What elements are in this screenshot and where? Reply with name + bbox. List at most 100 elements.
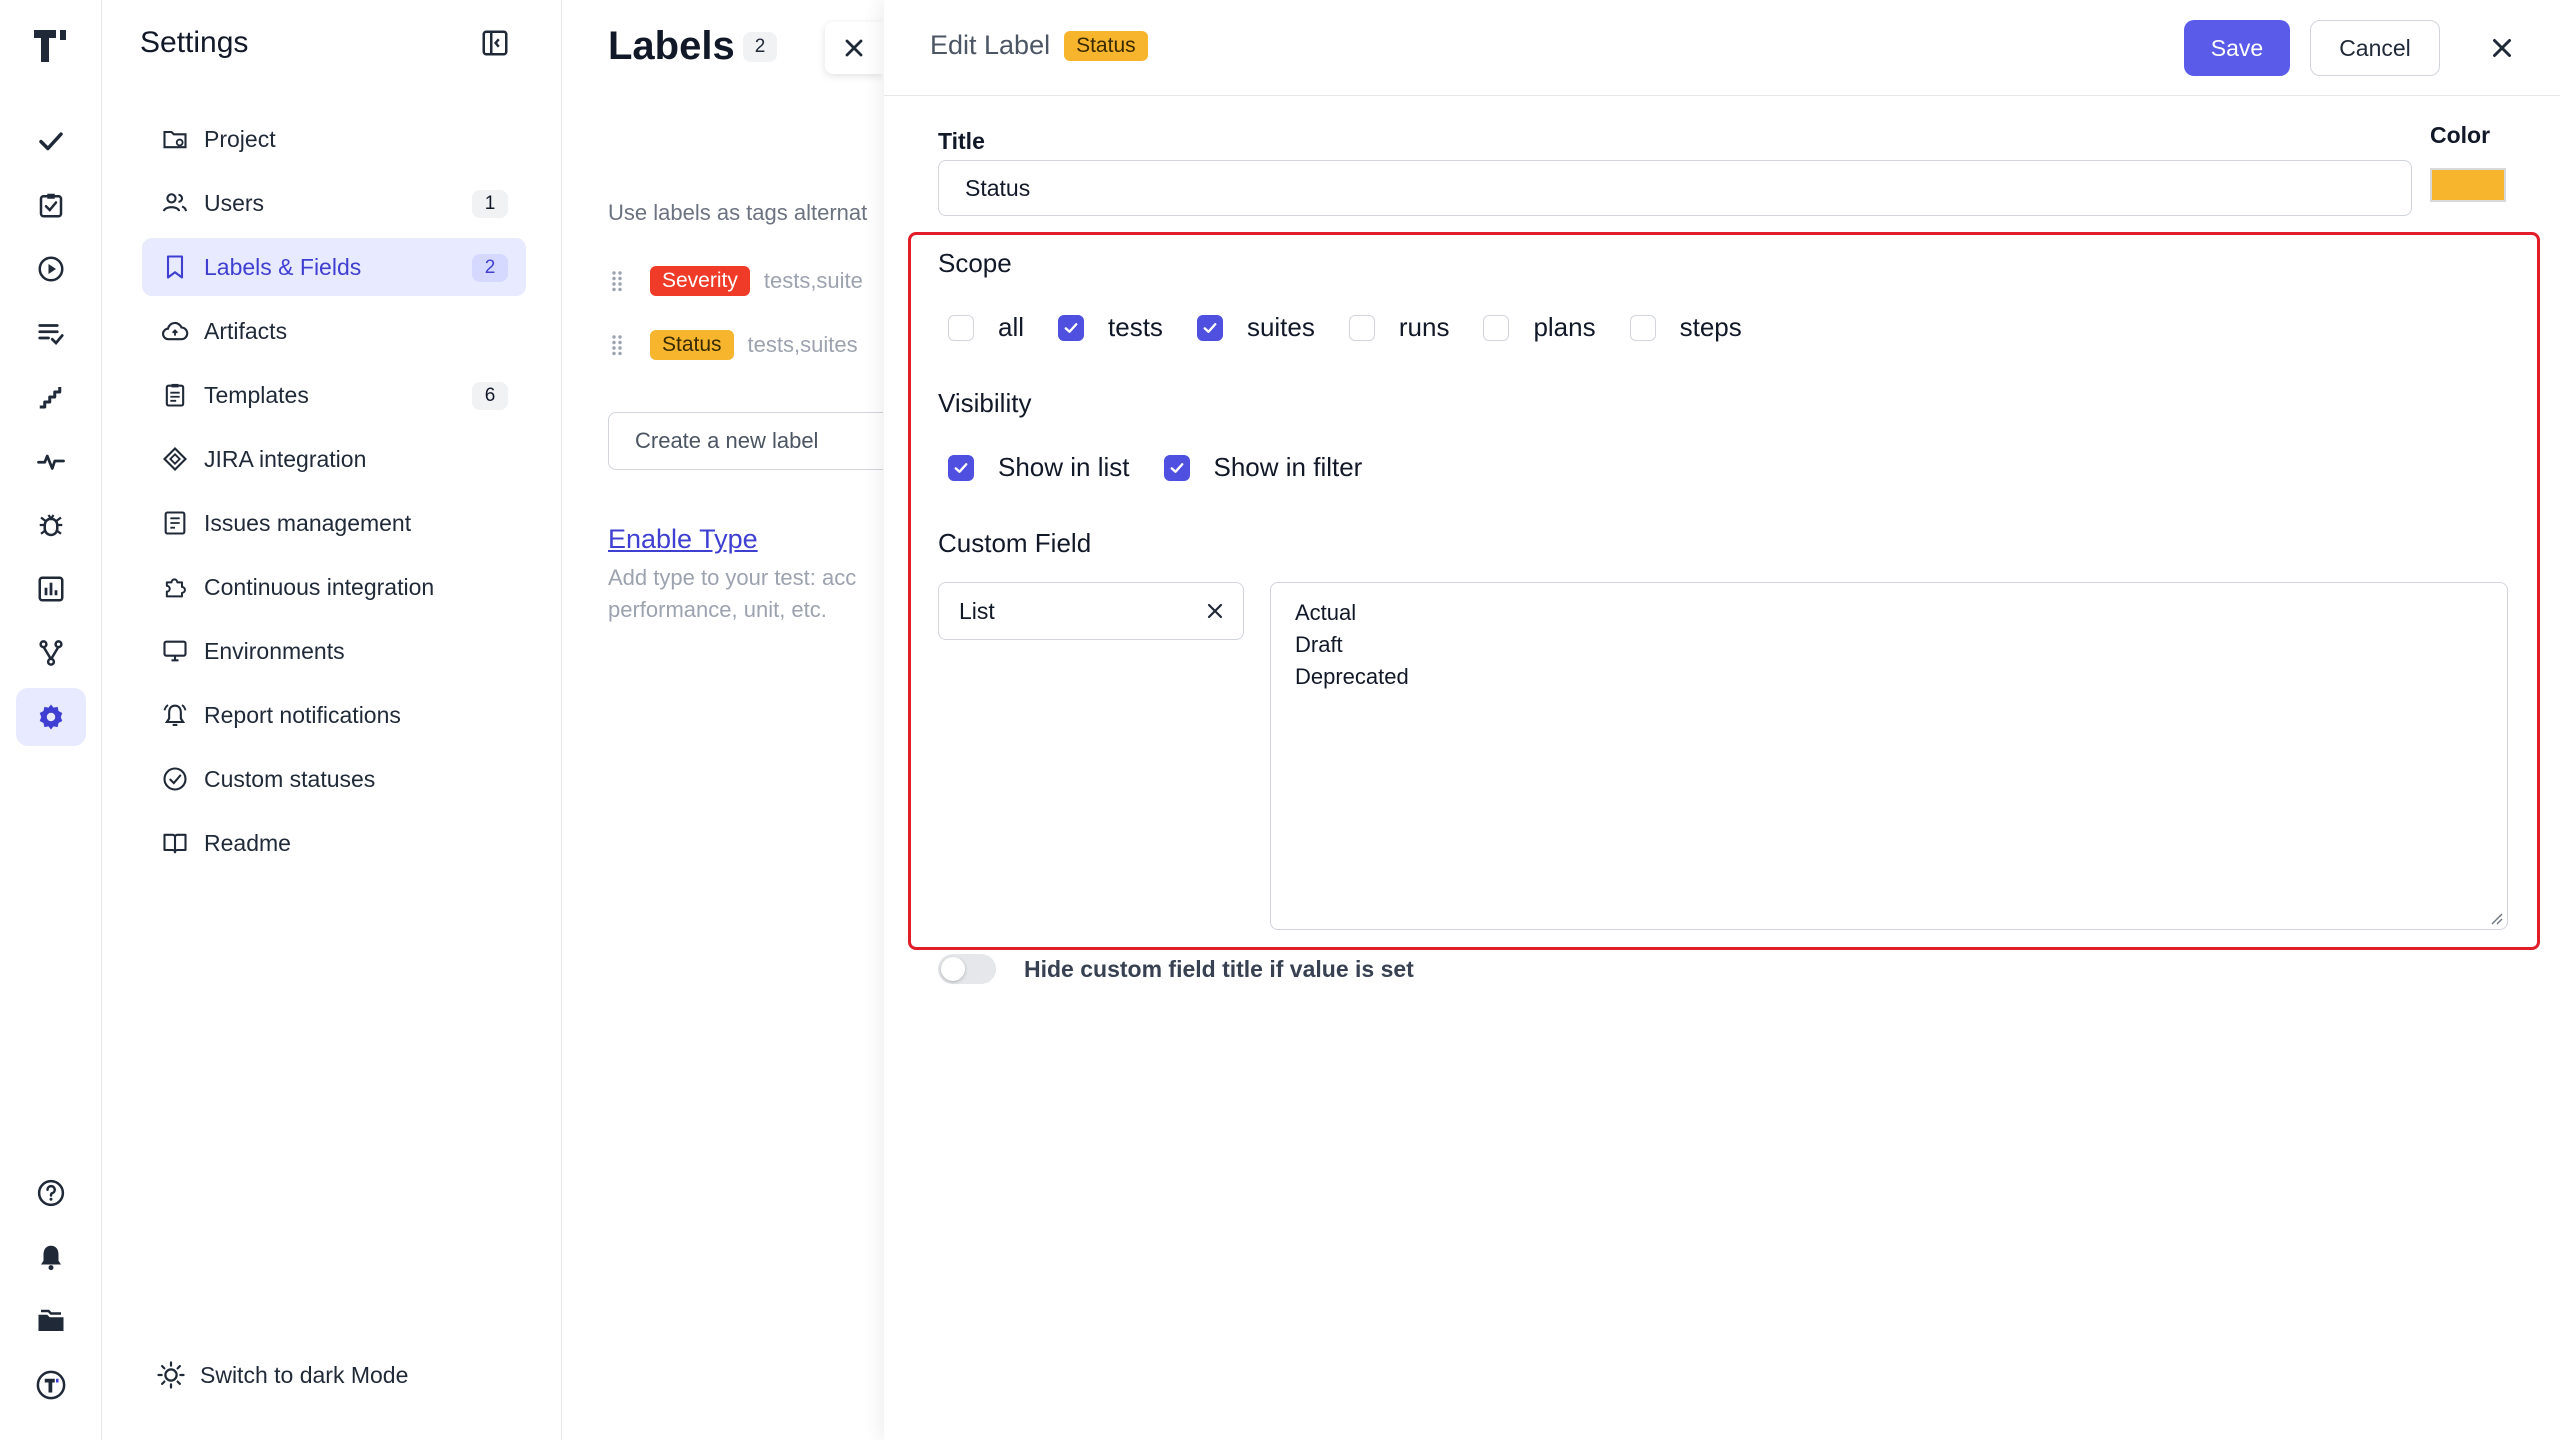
sidebar-item-users[interactable]: Users 1 — [142, 174, 526, 232]
clear-icon[interactable] — [1203, 599, 1227, 623]
check-icon — [954, 462, 968, 473]
book-icon — [160, 828, 190, 858]
hide-title-toggle[interactable] — [938, 954, 996, 984]
checkbox-label: Show in filter — [1213, 452, 1363, 482]
rail-settings[interactable] — [16, 688, 86, 746]
sidebar-item-artifacts[interactable]: Artifacts — [142, 302, 526, 360]
app-logo-icon[interactable] — [30, 24, 72, 66]
enable-type-description: Add type to your test: acc performance, … — [608, 565, 857, 622]
sidebar-item-label: Environments — [204, 637, 345, 664]
label-tag[interactable]: Status — [650, 330, 734, 360]
title-field-label: Title — [938, 128, 985, 154]
sidebar-item-label: Report notifications — [204, 701, 401, 728]
drag-handle-icon[interactable] — [608, 333, 628, 357]
clipboard-check-icon — [39, 193, 63, 218]
sidebar-item-report-notifications[interactable]: Report notifications — [142, 686, 526, 744]
collapse-sidebar-icon[interactable] — [480, 28, 510, 58]
close-drawer-button[interactable] — [2480, 26, 2524, 70]
cancel-button[interactable]: Cancel — [2310, 20, 2440, 76]
rail-branches[interactable] — [16, 624, 86, 682]
rail-tests[interactable] — [16, 112, 86, 170]
rail-account[interactable] — [16, 1356, 86, 1414]
sidebar-item-label: Artifacts — [204, 317, 288, 344]
sidebar-item-label: Continuous integration — [204, 573, 435, 600]
rail-runs-board[interactable] — [16, 176, 86, 234]
scope-steps-checkbox[interactable] — [1629, 314, 1656, 341]
title-input[interactable]: Status — [938, 160, 2412, 216]
jira-icon — [160, 444, 190, 474]
checkbox-label: steps — [1679, 312, 1742, 342]
visibility-title: Visibility — [938, 388, 1032, 418]
sidebar-item-issues[interactable]: Issues management — [142, 494, 526, 552]
show-in-filter-checkbox[interactable] — [1163, 454, 1190, 481]
check-icon — [1064, 322, 1078, 333]
bell-outline-icon — [160, 700, 190, 730]
sidebar-item-project[interactable]: Project — [142, 110, 526, 168]
field-value-line: Actual — [1295, 600, 1357, 625]
edit-label-drawer: Edit Label Status Save Cancel Title Colo… — [884, 0, 2560, 1440]
checkbox-label: tests — [1108, 312, 1163, 342]
scope-title: Scope — [938, 248, 1012, 278]
sidebar-item-readme[interactable]: Readme — [142, 814, 526, 872]
sun-icon — [157, 1361, 185, 1389]
rail-notifications[interactable] — [16, 1228, 86, 1286]
sidebar-item-ci[interactable]: Continuous integration — [142, 558, 526, 616]
settings-sidebar: Settings Project Users 1 Labels & Fields… — [102, 0, 562, 1440]
hide-title-toggle-row: Hide custom field title if value is set — [938, 954, 1414, 984]
rail-plans[interactable] — [16, 304, 86, 362]
rail-analytics[interactable] — [16, 560, 86, 618]
close-icon — [2493, 39, 2511, 57]
custom-field-title: Custom Field — [938, 528, 1092, 558]
sidebar-item-templates[interactable]: Templates 6 — [142, 366, 526, 424]
sidebar-item-custom-statuses[interactable]: Custom statuses — [142, 750, 526, 808]
resize-corner-icon[interactable] — [2489, 911, 2503, 925]
dark-mode-label: Switch to dark Mode — [200, 1361, 409, 1388]
dark-mode-toggle[interactable]: Switch to dark Mode — [156, 1360, 408, 1390]
rail-pulse[interactable] — [16, 432, 86, 490]
checkbox-label: suites — [1246, 312, 1315, 342]
count-badge: 2 — [472, 254, 508, 282]
close-panel-button[interactable] — [825, 22, 883, 74]
steps-icon — [39, 387, 62, 409]
count-badge: 6 — [472, 382, 508, 410]
label-scope-text: tests,suite — [763, 268, 863, 293]
field-value-line: Draft — [1295, 632, 1343, 657]
checkbox-label: plans — [1533, 312, 1596, 342]
sidebar-item-jira[interactable]: JIRA integration — [142, 430, 526, 488]
show-in-list-checkbox[interactable] — [948, 454, 974, 481]
sidebar-item-labels-fields[interactable]: Labels & Fields 2 — [142, 238, 526, 296]
scope-all-checkbox[interactable] — [948, 314, 974, 341]
field-type-value: List — [959, 597, 995, 624]
check-icon — [1203, 322, 1217, 333]
rail-projects[interactable] — [16, 1292, 86, 1350]
scope-runs-checkbox[interactable] — [1348, 314, 1375, 341]
scope-tests-checkbox[interactable] — [1058, 314, 1085, 341]
color-picker[interactable] — [2430, 168, 2506, 202]
page-title: Labels — [608, 24, 735, 68]
folder-icon — [38, 1309, 64, 1331]
new-label-input[interactable]: Create a new label — [608, 412, 883, 470]
drag-handle-icon[interactable] — [608, 269, 628, 293]
cloud-icon — [160, 316, 190, 346]
rail-defects[interactable] — [16, 496, 86, 554]
field-type-select[interactable]: List — [938, 582, 1244, 640]
save-button[interactable]: Save — [2184, 20, 2290, 76]
puzzle-icon — [160, 572, 190, 602]
label-row-severity[interactable]: Severity tests,suite — [608, 266, 863, 296]
scope-suites-checkbox[interactable] — [1196, 314, 1223, 341]
users-icon — [160, 188, 190, 218]
labels-count-badge: 2 — [743, 32, 777, 62]
visibility-options: Show in list Show in filter — [948, 452, 1396, 483]
checkbox-label: runs — [1398, 312, 1450, 342]
scope-plans-checkbox[interactable] — [1483, 314, 1510, 341]
sidebar-item-environments[interactable]: Environments — [142, 622, 526, 680]
rail-runs[interactable] — [16, 240, 86, 298]
rail-help[interactable] — [16, 1164, 86, 1222]
sidebar-item-label: Templates — [204, 381, 309, 408]
label-tag[interactable]: Severity — [650, 266, 750, 296]
label-row-status[interactable]: Status tests,suites — [608, 330, 858, 360]
drawer-title-text: Edit Label — [930, 30, 1051, 60]
enable-type-link[interactable]: Enable Type — [608, 524, 758, 555]
field-values-textarea[interactable]: Actual Draft Deprecated — [1270, 582, 2508, 930]
rail-steps[interactable] — [16, 368, 86, 426]
